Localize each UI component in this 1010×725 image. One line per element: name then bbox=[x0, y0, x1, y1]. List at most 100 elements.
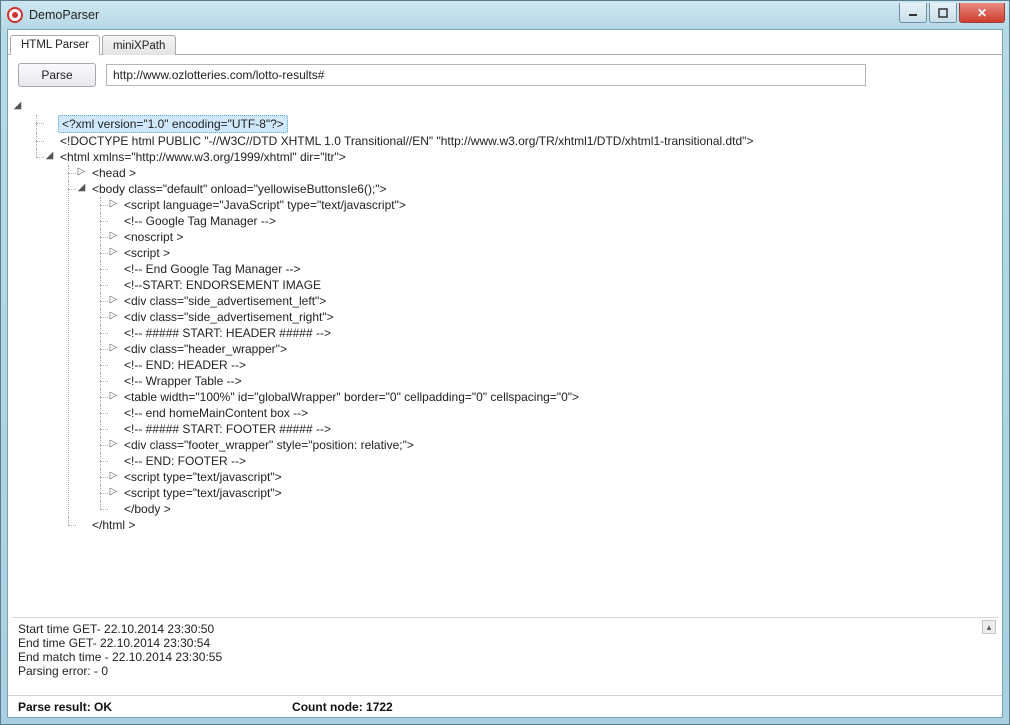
window: DemoParser ✕ HTML Parser miniXPath Parse… bbox=[0, 0, 1010, 725]
tab-label: miniXPath bbox=[113, 40, 165, 52]
tree-label: <div class="footer_wrapper" style="posit… bbox=[122, 437, 416, 453]
tree-label: <html xmlns="http://www.w3.org/1999/xhtm… bbox=[58, 149, 348, 165]
tree-label: <!-- Google Tag Manager --> bbox=[122, 213, 278, 229]
tree-node-doctype[interactable]: <!DOCTYPE html PUBLIC "-//W3C//DTD XHTML… bbox=[44, 133, 998, 149]
parse-button[interactable]: Parse bbox=[18, 63, 96, 87]
close-button[interactable]: ✕ bbox=[959, 3, 1005, 23]
toolbar: Parse http://www.ozlotteries.com/lotto-r… bbox=[8, 55, 1002, 93]
tree-node[interactable]: <!-- Wrapper Table --> bbox=[108, 373, 998, 389]
tree-node-html[interactable]: ◢ <html xmlns="http://www.w3.org/1999/xh… bbox=[44, 149, 998, 533]
expand-toggle[interactable]: ◢ bbox=[44, 150, 55, 161]
tree-node-xml-decl[interactable]: <?xml version="1.0" encoding="UTF-8"?> bbox=[44, 115, 998, 133]
expand-toggle[interactable]: ▷ bbox=[108, 470, 119, 481]
expand-toggle[interactable]: ▷ bbox=[108, 438, 119, 449]
status-parse-result: Parse result: OK bbox=[8, 700, 122, 714]
window-title: DemoParser bbox=[29, 8, 99, 22]
tree-root-label bbox=[26, 99, 33, 115]
tree-node-html-close[interactable]: </html > bbox=[76, 517, 998, 533]
app-icon bbox=[7, 7, 23, 23]
tree-label: <table width="100%" id="globalWrapper" b… bbox=[122, 389, 581, 405]
client-area: HTML Parser miniXPath Parse http://www.o… bbox=[7, 29, 1003, 718]
tree-node[interactable]: <!-- ##### START: HEADER ##### --> bbox=[108, 325, 998, 341]
tree-label: <body class="default" onload="yellowiseB… bbox=[90, 181, 389, 197]
tree-label: <script language="JavaScript" type="text… bbox=[122, 197, 408, 213]
tab-html-parser[interactable]: HTML Parser bbox=[10, 35, 100, 55]
tree-node[interactable]: ▷<div class="footer_wrapper" style="posi… bbox=[108, 437, 998, 453]
expand-toggle[interactable]: ▷ bbox=[108, 230, 119, 241]
log-line: End match time - 22.10.2014 23:30:55 bbox=[18, 650, 992, 664]
tree-label: <!-- END: FOOTER --> bbox=[122, 453, 248, 469]
tree-node[interactable]: ▷<script language="JavaScript" type="tex… bbox=[108, 197, 998, 213]
tree-pane[interactable]: ◢ <?xml version="1.0" encoding="UTF-8"?>… bbox=[8, 93, 1002, 617]
expand-toggle[interactable]: ◢ bbox=[76, 182, 87, 193]
tree-node[interactable]: ▷<div class="header_wrapper"> bbox=[108, 341, 998, 357]
tree-label: <!-- End Google Tag Manager --> bbox=[122, 261, 303, 277]
expand-toggle[interactable]: ▷ bbox=[108, 246, 119, 257]
tree-node[interactable]: ▷<script > bbox=[108, 245, 998, 261]
tree-label: <!DOCTYPE html PUBLIC "-//W3C//DTD XHTML… bbox=[58, 133, 755, 149]
tab-label: HTML Parser bbox=[21, 39, 89, 51]
tree-root[interactable]: ◢ <?xml version="1.0" encoding="UTF-8"?>… bbox=[12, 99, 998, 533]
tree-children: ▷ <head > ◢ <body class="default" onload… bbox=[76, 165, 998, 533]
tree-node[interactable]: <!-- END: HEADER --> bbox=[108, 357, 998, 373]
tree-node-body[interactable]: ◢ <body class="default" onload="yellowis… bbox=[76, 181, 998, 517]
tree-label: <div class="side_advertisement_right"> bbox=[122, 309, 336, 325]
tree-label: <!-- END: HEADER --> bbox=[122, 357, 248, 373]
tree-label: <!--START: ENDORSEMENT IMAGE bbox=[122, 277, 323, 293]
expand-toggle[interactable]: ▷ bbox=[108, 294, 119, 305]
log-line: Start time GET- 22.10.2014 23:30:50 bbox=[18, 622, 992, 636]
tree-node[interactable]: ▷<script type="text/javascript"> bbox=[108, 469, 998, 485]
tree-label: </html > bbox=[90, 517, 137, 533]
button-label: Parse bbox=[41, 68, 72, 82]
tree-node[interactable]: <!-- Google Tag Manager --> bbox=[108, 213, 998, 229]
log-line: End time GET- 22.10.2014 23:30:54 bbox=[18, 636, 992, 650]
expand-toggle[interactable]: ▷ bbox=[108, 390, 119, 401]
tree-node[interactable]: <!-- End Google Tag Manager --> bbox=[108, 261, 998, 277]
tree-label: <div class="side_advertisement_left"> bbox=[122, 293, 328, 309]
tree-label: <script type="text/javascript"> bbox=[122, 485, 284, 501]
expand-toggle[interactable]: ▷ bbox=[108, 342, 119, 353]
tree-label: <script type="text/javascript"> bbox=[122, 469, 284, 485]
tree-label: <!-- ##### START: HEADER ##### --> bbox=[122, 325, 333, 341]
tree-node-head[interactable]: ▷ <head > bbox=[76, 165, 998, 181]
tree-label: <!-- end homeMainContent box --> bbox=[122, 405, 310, 421]
tree-node[interactable]: ▷<script type="text/javascript"> bbox=[108, 485, 998, 501]
log-line: Parsing error: - 0 bbox=[18, 664, 992, 678]
tree-label: <?xml version="1.0" encoding="UTF-8"?> bbox=[58, 115, 288, 133]
tab-strip: HTML Parser miniXPath bbox=[8, 33, 1002, 55]
scroll-up-icon[interactable]: ▴ bbox=[982, 620, 996, 634]
tree-node[interactable]: <!-- end homeMainContent box --> bbox=[108, 405, 998, 421]
tree-node[interactable]: <!-- END: FOOTER --> bbox=[108, 453, 998, 469]
title-bar[interactable]: DemoParser ✕ bbox=[1, 1, 1009, 29]
tree-label: <script > bbox=[122, 245, 172, 261]
tree-label: <head > bbox=[90, 165, 138, 181]
expand-toggle[interactable]: ▷ bbox=[76, 166, 87, 177]
tree-node[interactable]: ▷<div class="side_advertisement_left"> bbox=[108, 293, 998, 309]
expand-toggle[interactable]: ▷ bbox=[108, 310, 119, 321]
tree-children: ▷<script language="JavaScript" type="tex… bbox=[108, 197, 998, 517]
expand-toggle[interactable]: ◢ bbox=[12, 100, 23, 111]
tree-node[interactable]: ▷<table width="100%" id="globalWrapper" … bbox=[108, 389, 998, 405]
tree-children: <?xml version="1.0" encoding="UTF-8"?> <… bbox=[44, 115, 998, 533]
tree-node[interactable]: </body > bbox=[108, 501, 998, 517]
status-count-node: Count node: 1722 bbox=[282, 700, 403, 714]
window-buttons: ✕ bbox=[897, 3, 1005, 23]
expand-toggle[interactable]: ▷ bbox=[108, 486, 119, 497]
tree-node[interactable]: ▷<div class="side_advertisement_right"> bbox=[108, 309, 998, 325]
expand-toggle[interactable]: ▷ bbox=[108, 198, 119, 209]
tree-label: </body > bbox=[122, 501, 173, 517]
close-icon: ✕ bbox=[977, 6, 987, 20]
tree-node[interactable]: <!--START: ENDORSEMENT IMAGE bbox=[108, 277, 998, 293]
tree-label: <!-- ##### START: FOOTER ##### --> bbox=[122, 421, 333, 437]
tree-node[interactable]: ▷<noscript > bbox=[108, 229, 998, 245]
status-bar: Parse result: OK Count node: 1722 bbox=[8, 695, 1002, 717]
url-value: http://www.ozlotteries.com/lotto-results… bbox=[113, 68, 324, 82]
maximize-button[interactable] bbox=[929, 3, 957, 23]
tree-label: <noscript > bbox=[122, 229, 185, 245]
tab-minixpath[interactable]: miniXPath bbox=[102, 35, 176, 55]
url-input[interactable]: http://www.ozlotteries.com/lotto-results… bbox=[106, 64, 866, 86]
log-pane[interactable]: ▴ Start time GET- 22.10.2014 23:30:50 En… bbox=[12, 617, 998, 695]
minimize-button[interactable] bbox=[899, 3, 927, 23]
tree-label: <div class="header_wrapper"> bbox=[122, 341, 289, 357]
tree-node[interactable]: <!-- ##### START: FOOTER ##### --> bbox=[108, 421, 998, 437]
